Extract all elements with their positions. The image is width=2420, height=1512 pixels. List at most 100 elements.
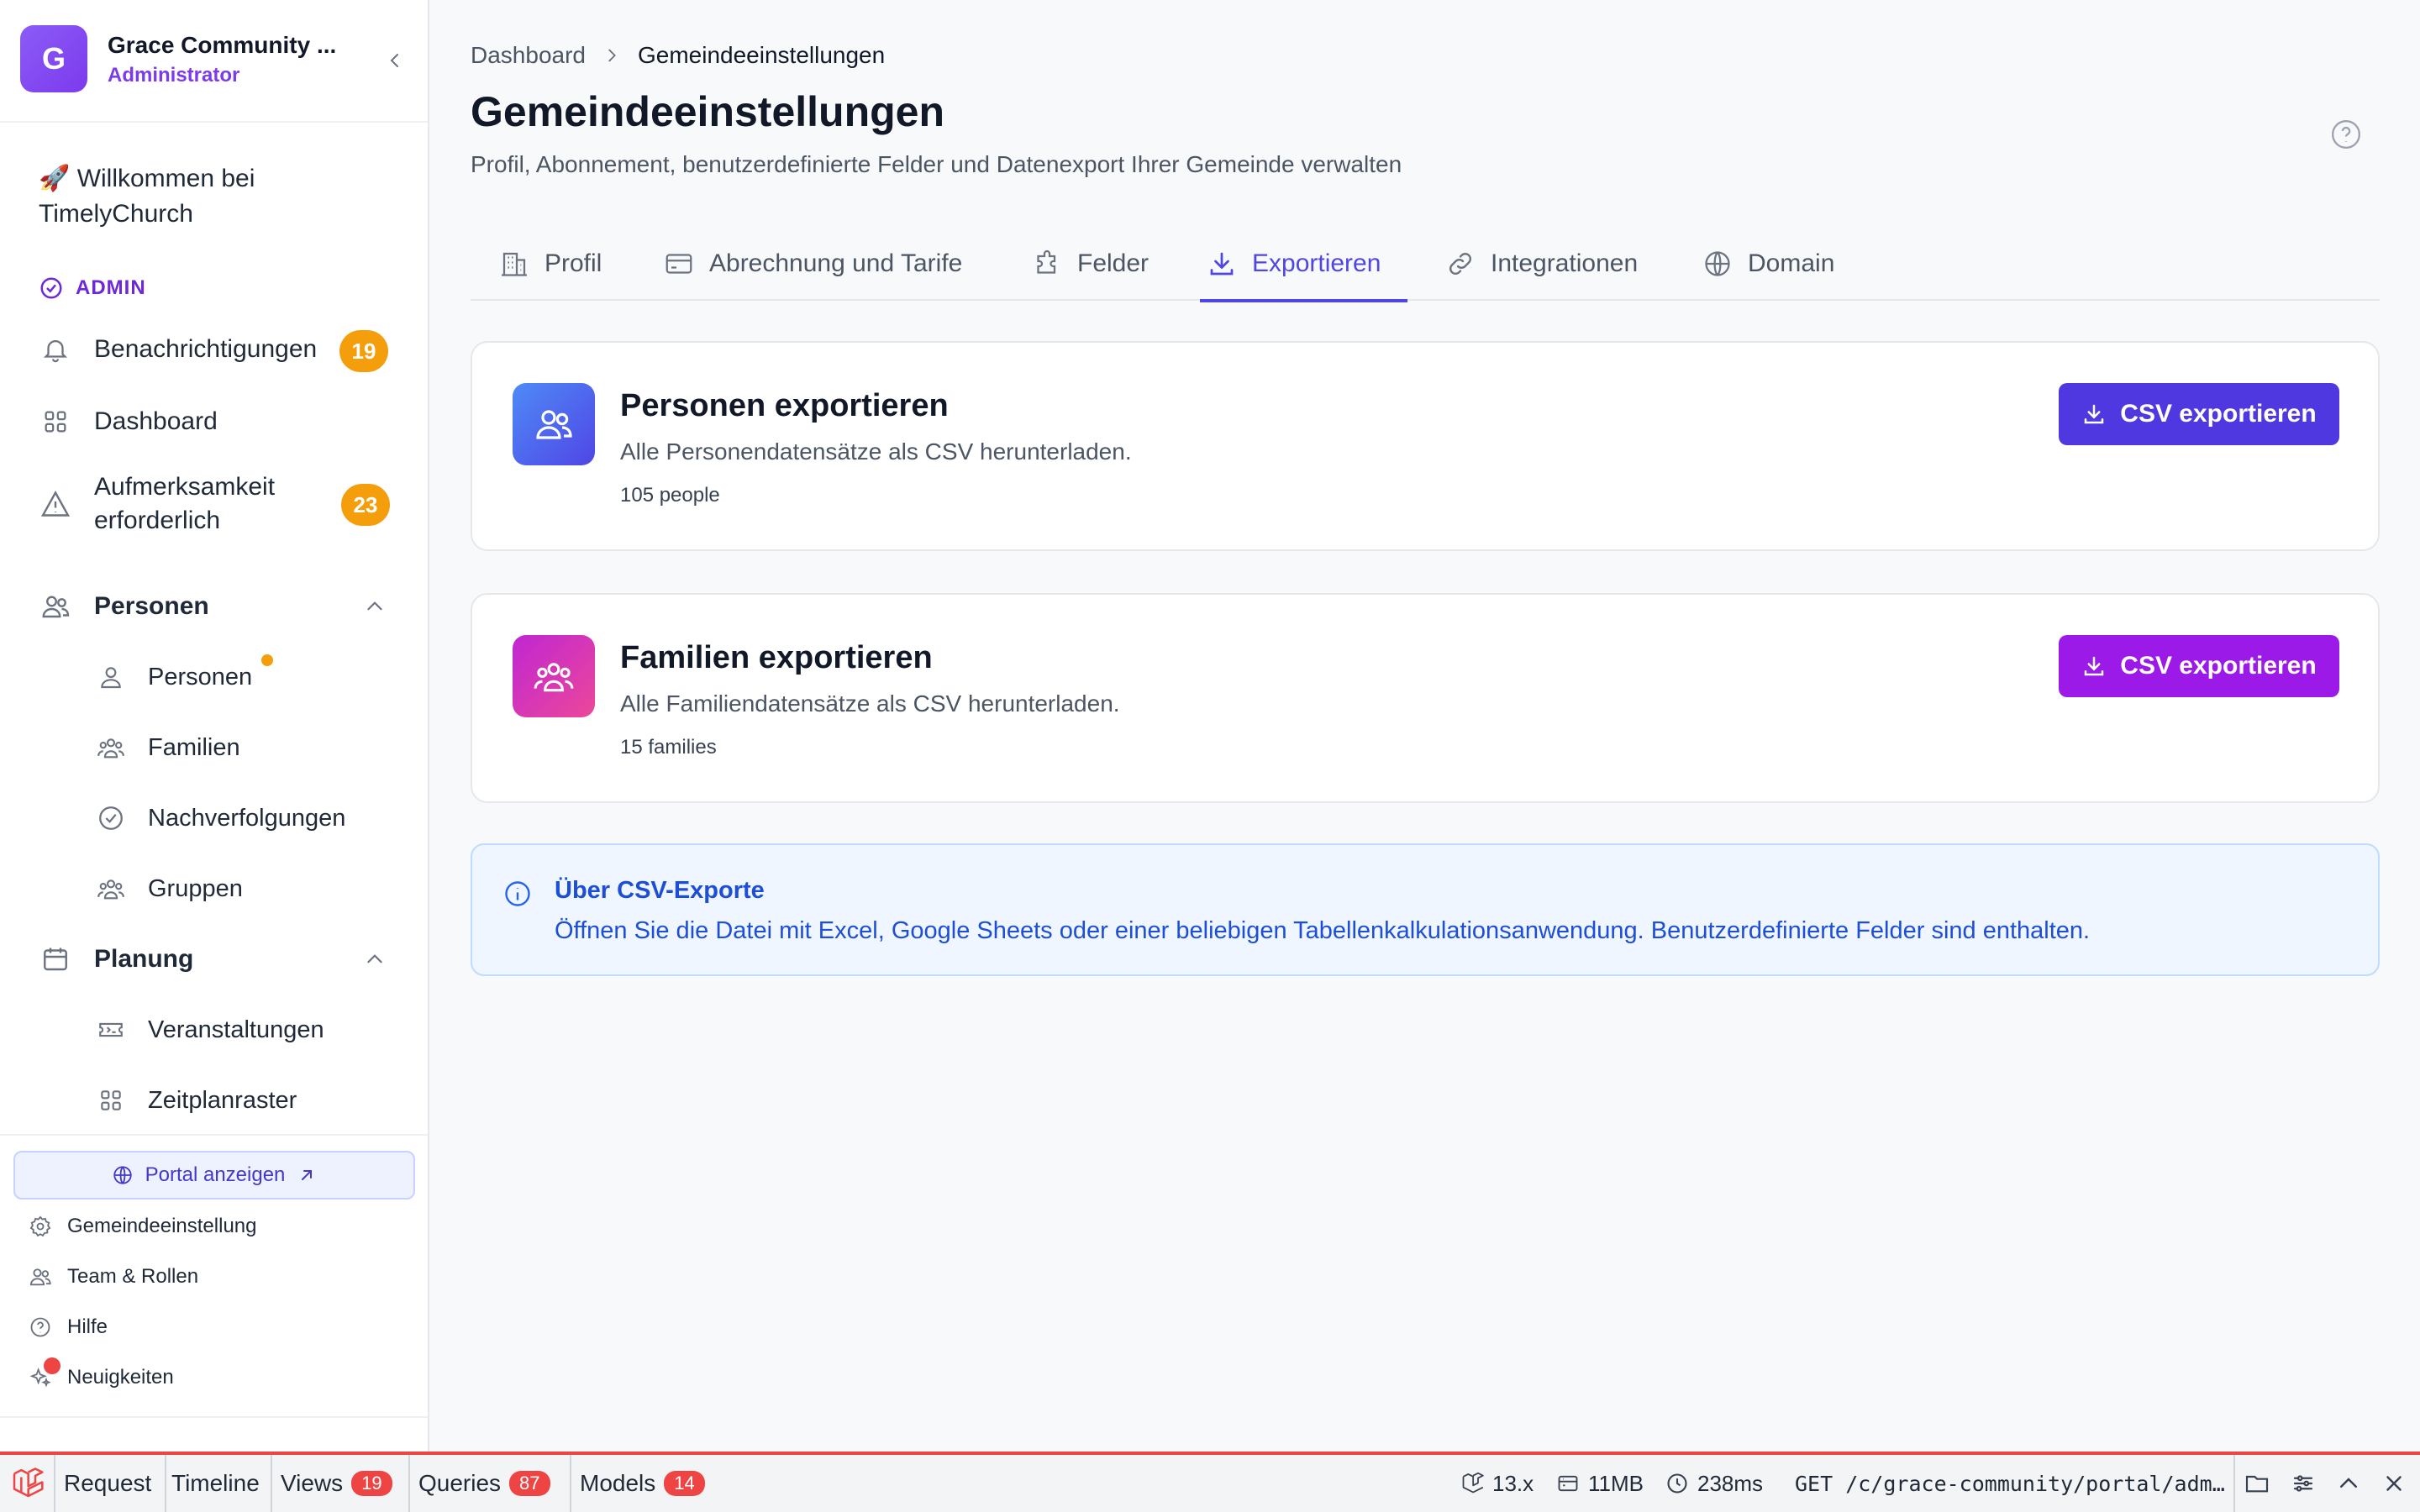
sidebar-footer-label: Gemeindeeinstellung: [67, 1215, 257, 1237]
debug-tab-label: Views: [281, 1470, 344, 1496]
org-avatar: G: [20, 25, 87, 92]
info-title: Über CSV-Exporte: [555, 877, 765, 904]
sidebar-item-label: Zeitplanraster: [148, 1086, 297, 1114]
check-circle-icon: [40, 277, 62, 299]
new-indicator-dot: [261, 654, 273, 666]
debug-route: GET /c/grace-community/portal/adm…: [1795, 1455, 2225, 1512]
sidebar-item-followups[interactable]: Nachverfolgungen: [94, 801, 345, 835]
warning-icon: [39, 487, 72, 521]
tab-fields[interactable]: Felder: [1032, 227, 1149, 301]
sidebar-section-label: Personen: [94, 592, 209, 620]
view-portal-button[interactable]: Portal anzeigen: [13, 1151, 415, 1200]
breadcrumb: Dashboard Gemeindeeinstellungen: [471, 42, 885, 69]
sidebar-footer-help[interactable]: Hilfe: [27, 1314, 108, 1341]
download-icon: [2085, 404, 2104, 424]
divider: [0, 1416, 428, 1418]
debug-bar: Request Timeline Views 19 Queries 87 Mod…: [0, 1452, 2420, 1512]
memory-icon: [1558, 1475, 1578, 1492]
sidebar-item-label: Personen: [148, 663, 253, 690]
settings-tabs: Profil Abrechnung und Tarife Felder Expo…: [471, 227, 2380, 302]
divider: [165, 1455, 166, 1512]
org-role: Administrator: [108, 64, 240, 87]
tab-label: Domain: [1748, 249, 1835, 277]
sidebar-item-groups[interactable]: Gruppen: [94, 872, 243, 906]
help-circle-icon[interactable]: [2329, 118, 2363, 151]
tab-label: Exportieren: [1252, 249, 1381, 277]
export-people-title: Personen exportieren: [620, 388, 949, 423]
sidebar-footer-team[interactable]: Team & Rollen: [27, 1263, 198, 1290]
sidebar-item-schedule[interactable]: Zeitplanraster: [94, 1084, 297, 1117]
sidebar-item-label: Nachverfolgungen: [148, 804, 346, 832]
info-icon: [505, 881, 530, 906]
sidebar-section-planning[interactable]: Planung: [39, 942, 193, 976]
csv-button-label: CSV exportieren: [2120, 652, 2317, 680]
family-icon: [94, 731, 128, 764]
sidebar-item-families[interactable]: Familien: [94, 731, 240, 764]
sidebar-item-people[interactable]: Personen: [94, 660, 252, 694]
sidebar-item-events[interactable]: Veranstaltungen: [94, 1013, 324, 1047]
divider: [0, 1134, 428, 1136]
sidebar-item-label: Veranstaltungen: [148, 1016, 324, 1043]
divider: [408, 1455, 410, 1512]
tab-label: Felder: [1077, 249, 1150, 277]
sidebar-item-attention[interactable]: Aufmerksamkeit erforderlich: [39, 470, 275, 538]
debug-tab-timeline[interactable]: Timeline: [171, 1455, 260, 1512]
folder-icon[interactable]: [2244, 1455, 2270, 1512]
gear-icon: [27, 1213, 54, 1240]
sidebar-item-label: Aufmerksamkeit erforderlich: [94, 470, 275, 538]
breadcrumb-root-link[interactable]: Dashboard: [471, 42, 586, 69]
tab-billing[interactable]: Abrechnung und Tarife: [664, 227, 962, 301]
sidebar-item-dashboard[interactable]: Dashboard: [39, 405, 218, 438]
debug-tab-queries[interactable]: Queries 87: [418, 1455, 550, 1512]
org-switcher[interactable]: G Grace Community ... Administrator: [20, 25, 408, 96]
ticket-icon: [94, 1013, 128, 1047]
chevron-up-icon[interactable]: [360, 591, 390, 622]
unread-news-dot: [44, 1357, 60, 1374]
export-people-csv-button[interactable]: CSV exportieren: [2059, 383, 2339, 445]
download-icon: [1210, 252, 1234, 276]
tab-label: Profil: [544, 249, 602, 277]
help-circle-icon: [27, 1314, 54, 1341]
debug-version-text: 13.x: [1492, 1470, 1534, 1496]
sidebar-section-people[interactable]: Personen: [39, 590, 209, 623]
export-families-title: Familien exportieren: [620, 640, 933, 675]
sidebar-item-notifications[interactable]: Benachrichtigungen: [39, 333, 317, 366]
export-families-csv-button[interactable]: CSV exportieren: [2059, 635, 2339, 697]
tab-export[interactable]: Exportieren: [1199, 227, 1408, 302]
debug-tab-views[interactable]: Views 19: [281, 1455, 392, 1512]
chevron-up-icon[interactable]: [2336, 1455, 2361, 1512]
export-families-description: Alle Familiendatensätze als CSV herunter…: [620, 690, 1120, 717]
admin-label: ADMIN: [39, 276, 146, 301]
bell-icon: [39, 333, 72, 366]
tab-domain[interactable]: Domain: [1702, 227, 1834, 301]
debug-tab-models[interactable]: Models 14: [580, 1455, 705, 1512]
debug-tab-label: Queries: [418, 1470, 502, 1496]
puzzle-icon: [1037, 249, 1056, 274]
debug-tab-label: Timeline: [171, 1470, 260, 1496]
download-icon: [2085, 656, 2104, 676]
clock-icon: [1667, 1473, 1687, 1494]
chevron-left-icon[interactable]: [380, 45, 410, 76]
debug-laravel-version: 13.x: [1460, 1455, 1534, 1512]
close-icon[interactable]: [2381, 1455, 2407, 1512]
sidebar-section-label: Planung: [94, 945, 194, 973]
debug-count-badge: 14: [664, 1471, 705, 1496]
attention-line1: Aufmerksamkeit: [94, 473, 276, 501]
chevron-up-icon[interactable]: [360, 944, 390, 974]
export-people-card: Personen exportieren Alle Personendatens…: [471, 341, 2380, 551]
laravel-logo-icon[interactable]: [10, 1455, 44, 1512]
tab-profile[interactable]: Profil: [499, 227, 602, 301]
tab-integrations[interactable]: Integrationen: [1445, 227, 1638, 301]
debug-count-badge: 87: [509, 1471, 550, 1496]
attention-badge: 23: [341, 484, 390, 526]
export-people-count: 105 people: [620, 484, 720, 507]
welcome-link[interactable]: 🚀 Willkommen bei TimelyChurch: [39, 161, 392, 232]
grid-icon: [94, 1084, 128, 1117]
debug-memory-text: 11MB: [1588, 1470, 1644, 1496]
divider: [0, 121, 428, 123]
sidebar-item-label: Benachrichtigungen: [94, 335, 318, 363]
debug-tab-request[interactable]: Request: [64, 1455, 151, 1512]
sidebar-footer-settings[interactable]: Gemeindeeinstellung: [27, 1213, 256, 1240]
csv-button-label: CSV exportieren: [2120, 400, 2317, 428]
settings-sliders-icon[interactable]: [2291, 1455, 2316, 1512]
